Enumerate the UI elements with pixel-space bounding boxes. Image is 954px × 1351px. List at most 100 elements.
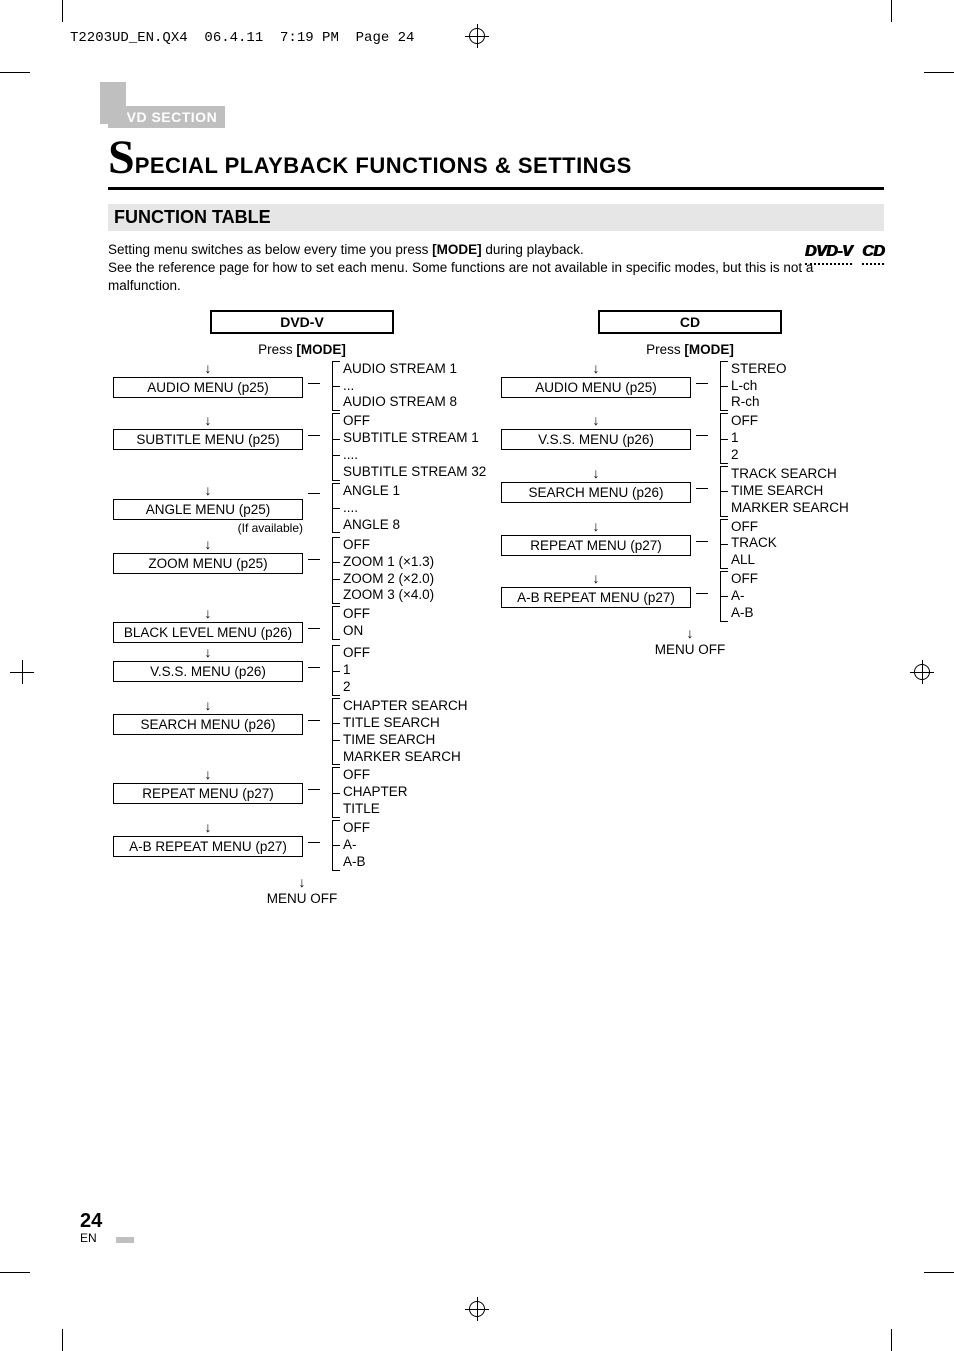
- menu-off-cd: ↓ MENU OFF: [590, 626, 790, 657]
- intro-mode-key: [MODE]: [432, 242, 482, 257]
- crop-mark: [0, 1272, 30, 1273]
- menu-option: MARKER SEARCH: [343, 749, 468, 766]
- crop-mark: [0, 72, 30, 73]
- menu-option: CHAPTER: [343, 784, 408, 801]
- connector-line: [308, 628, 320, 629]
- menu-options: STEREOL-chR-ch: [716, 359, 787, 412]
- registration-mark-bottom: [465, 1297, 489, 1321]
- menu-option: 1: [343, 662, 370, 679]
- menu-stack: ↓SEARCH MENU (p26): [496, 464, 696, 503]
- menu-stack: ↓SUBTITLE MENU (p25): [108, 411, 308, 450]
- arrow-down-icon: ↓: [593, 519, 600, 533]
- menu-option: ....: [343, 447, 486, 464]
- crop-mark: [891, 1329, 892, 1351]
- menu-option: OFF: [731, 413, 758, 430]
- menu-options: OFFTRACKALL: [716, 517, 777, 570]
- menu-off-label: MENU OFF: [267, 891, 338, 906]
- menu-row: ↓BLACK LEVEL MENU (p26)OFFON: [108, 604, 496, 643]
- press-text: Press: [258, 342, 296, 357]
- menu-option: ANGLE 8: [343, 517, 400, 534]
- connector-line: [308, 720, 320, 721]
- menu-stack: ↓ANGLE MENU (p25)(If available): [108, 481, 308, 535]
- menu-row: ↓SEARCH MENU (p26) TRACK SEARCHTIME SEARC…: [496, 464, 884, 517]
- press-mode-key: [MODE]: [684, 342, 734, 357]
- crop-mark: [924, 72, 954, 73]
- menu-option: OFF: [343, 820, 370, 837]
- badge-dvdv: DVD-V: [805, 241, 852, 265]
- menu-stack: ↓ A-B REPEAT MENU (p27): [496, 569, 696, 608]
- menu-box: AUDIO MENU (p25): [113, 377, 303, 398]
- menu-stack: ↓REPEAT MENU (p27): [108, 765, 308, 804]
- menu-stack: ↓BLACK LEVEL MENU (p26): [108, 604, 308, 643]
- menu-option: AUDIO STREAM 1: [343, 361, 457, 378]
- menu-box: ZOOM MENU (p25): [113, 553, 303, 574]
- menu-row: ↓ SEARCH MENU (p26) CHAPTER SEARCHTITLE SE…: [108, 696, 496, 766]
- menu-box: A-B REPEAT MENU (p27): [113, 836, 303, 857]
- menu-option: 2: [343, 679, 370, 696]
- menu-option: OFF: [343, 767, 408, 784]
- intro-part: See the reference page for how to set ea…: [108, 260, 813, 293]
- intro-text: DVD-V CD Setting menu switches as below …: [108, 241, 884, 296]
- menu-note: (If available): [113, 521, 303, 535]
- menu-option: ZOOM 2 (×2.0): [343, 571, 434, 588]
- menu-row: ↓ANGLE MENU (p25)(If available) ANGLE 1..…: [108, 481, 496, 535]
- menu-row: ↓AUDIO MENU (p25)AUDIO STREAM 1...AUDIO …: [108, 359, 496, 412]
- menu-option: SUBTITLE STREAM 1: [343, 430, 486, 447]
- connector-line: [308, 383, 320, 384]
- crop-mark: [62, 1329, 63, 1351]
- menu-option: A-B: [343, 854, 370, 871]
- menu-option: MARKER SEARCH: [731, 500, 849, 517]
- menu-options: OFFCHAPTERTITLE: [328, 765, 408, 818]
- crop-mark: [924, 1272, 954, 1273]
- disc-type-badges: DVD-V CD: [799, 241, 884, 265]
- menu-options: ANGLE 1....ANGLE 8: [328, 481, 400, 534]
- connector-line: [696, 383, 708, 384]
- menu-option: ON: [343, 623, 370, 640]
- menu-options: OFF12: [716, 411, 758, 464]
- connector-line: [308, 493, 320, 494]
- menu-option: CHAPTER SEARCH: [343, 698, 468, 715]
- menu-option: TRACK SEARCH: [731, 466, 849, 483]
- options-bracket: AUDIO STREAM 1...AUDIO STREAM 8: [332, 361, 457, 412]
- title-rest: PECIAL PLAYBACK FUNCTIONS & SETTINGS: [135, 153, 632, 178]
- arrow-down-icon: ↓: [205, 537, 212, 551]
- function-table: DVD-V Press [MODE] ↓AUDIO MENU (p25)AUDI…: [108, 310, 884, 906]
- arrow-down-icon: ↓: [593, 571, 600, 585]
- title-initial: S: [108, 131, 135, 184]
- options-bracket: OFFA-A-B: [332, 820, 370, 871]
- page: T2203UD_EN.QX4 06.4.11 7:19 PM Page 24 D…: [0, 0, 954, 1351]
- menu-box: SEARCH MENU (p26): [113, 714, 303, 735]
- arrow-down-icon: ↓: [593, 413, 600, 427]
- menu-option: 1: [731, 430, 758, 447]
- connector-line: [308, 559, 320, 560]
- arrow-down-icon: ↓: [205, 698, 212, 712]
- press-mode-line: Press [MODE]: [590, 342, 790, 357]
- options-bracket: OFFA-A-B: [720, 571, 758, 622]
- menu-option: ZOOM 1 (×1.3): [343, 554, 434, 571]
- options-bracket: OFFSUBTITLE STREAM 1....SUBTITLE STREAM …: [332, 413, 486, 481]
- crop-mark: [62, 0, 63, 22]
- section-subhead: FUNCTION TABLE: [108, 204, 884, 231]
- menu-stack: ↓ V.S.S. MENU (p26): [496, 411, 696, 450]
- options-bracket: OFFTRACKALL: [720, 519, 777, 570]
- arrow-down-icon: ↓: [205, 413, 212, 427]
- menu-option: TITLE: [343, 801, 408, 818]
- badge-cd: CD: [862, 241, 884, 265]
- page-title: SPECIAL PLAYBACK FUNCTIONS & SETTINGS: [108, 130, 884, 190]
- intro-part: during playback.: [482, 242, 584, 257]
- arrow-down-icon: ↓: [593, 466, 600, 480]
- menu-tree-dvdv: ↓ AUDIO MENU (p25) AUDIO STREAM 1...AUDIO …: [108, 359, 496, 871]
- options-bracket: STEREOL-chR-ch: [720, 361, 787, 412]
- menu-stack: ↓ SEARCH MENU (p26): [108, 696, 308, 735]
- menu-row: ↓REPEAT MENU (p27) OFFCHAPTERTITLE: [108, 765, 496, 818]
- menu-stack: ↓ ZOOM MENU (p25): [108, 535, 308, 574]
- menu-box: V.S.S. MENU (p26): [501, 429, 691, 450]
- menu-option: ...: [343, 378, 457, 395]
- options-bracket: TRACK SEARCHTIME SEARCHMARKER SEARCH: [720, 466, 849, 517]
- menu-box: A-B REPEAT MENU (p27): [501, 587, 691, 608]
- arrow-down-icon: ↓: [202, 875, 402, 889]
- menu-options: OFFA-A-B: [716, 569, 758, 622]
- menu-row: ↓ZOOM MENU (p25)OFFZOOM 1 (×1.3)ZOOM 2 (…: [108, 535, 496, 605]
- menu-options: CHAPTER SEARCHTITLE SEARCHTIME SEARCHMAR…: [328, 696, 468, 766]
- menu-option: TITLE SEARCH: [343, 715, 468, 732]
